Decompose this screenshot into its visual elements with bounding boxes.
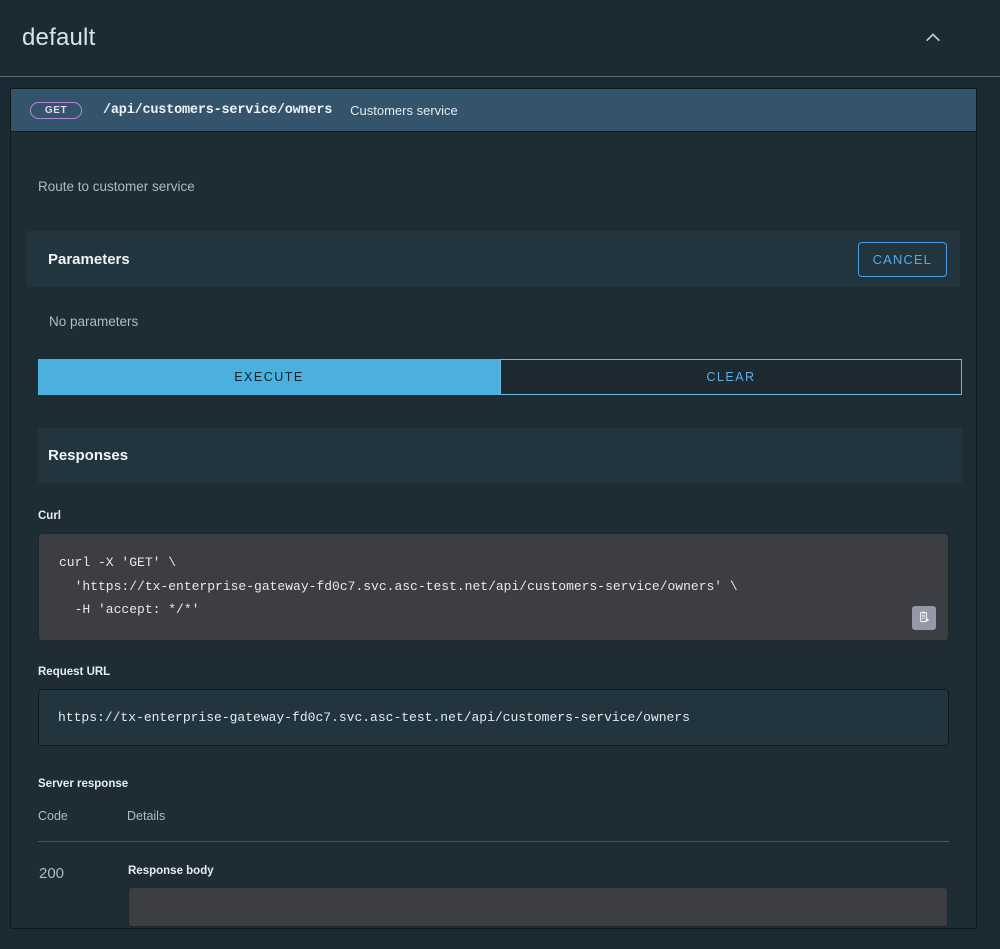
- operation-description: Route to customer service: [27, 132, 960, 194]
- responses-header: Responses: [38, 428, 962, 483]
- curl-section: Curl curl -X 'GET' \ 'https://tx-enterpr…: [27, 510, 960, 641]
- chevron-up-icon[interactable]: [918, 23, 948, 53]
- column-header-code: Code: [38, 809, 127, 842]
- request-url-section: Request URL https://tx-enterprise-gatewa…: [27, 666, 960, 746]
- operation-path: /api/customers-service/owners: [103, 103, 332, 118]
- parameters-header: Parameters CANCEL: [27, 231, 960, 287]
- operation-summary-text: Customers service: [350, 103, 458, 118]
- server-response-table: Code Details 200 Response body: [38, 809, 949, 928]
- tag-header[interactable]: default: [0, 0, 1000, 77]
- copy-to-clipboard-icon[interactable]: [912, 606, 936, 630]
- column-header-details: Details: [127, 809, 949, 842]
- clear-button[interactable]: CLEAR: [500, 359, 962, 395]
- table-row: 200 Response body: [38, 841, 949, 928]
- request-url-label: Request URL: [38, 666, 960, 678]
- cancel-button[interactable]: CANCEL: [858, 242, 947, 277]
- operation-body: Route to customer service Parameters CAN…: [11, 132, 976, 928]
- response-details-cell: Response body: [127, 841, 949, 928]
- operation-summary[interactable]: GET /api/customers-service/owners Custom…: [11, 89, 976, 132]
- action-button-row: EXECUTE CLEAR: [38, 359, 962, 395]
- parameters-heading: Parameters: [48, 251, 130, 268]
- server-response-section: Server response Code Details 200 Respons…: [27, 778, 960, 928]
- responses-heading: Responses: [48, 447, 128, 464]
- status-code: 200: [39, 865, 64, 882]
- operation-block: GET /api/customers-service/owners Custom…: [10, 88, 977, 929]
- table-header-row: Code Details: [38, 809, 949, 842]
- curl-command-text: curl -X 'GET' \ 'https://tx-enterprise-g…: [59, 555, 738, 617]
- no-parameters-text: No parameters: [27, 287, 960, 329]
- execute-button[interactable]: EXECUTE: [38, 359, 500, 395]
- curl-command-block[interactable]: curl -X 'GET' \ 'https://tx-enterprise-g…: [38, 533, 949, 641]
- response-code-cell: 200: [38, 841, 127, 928]
- response-body-label: Response body: [128, 865, 948, 877]
- curl-label: Curl: [38, 510, 960, 522]
- request-url-value: https://tx-enterprise-gateway-fd0c7.svc.…: [38, 689, 949, 746]
- http-method-badge: GET: [30, 102, 82, 119]
- server-response-label: Server response: [38, 778, 960, 790]
- tag-title: default: [22, 24, 95, 52]
- response-body-block[interactable]: [128, 887, 948, 927]
